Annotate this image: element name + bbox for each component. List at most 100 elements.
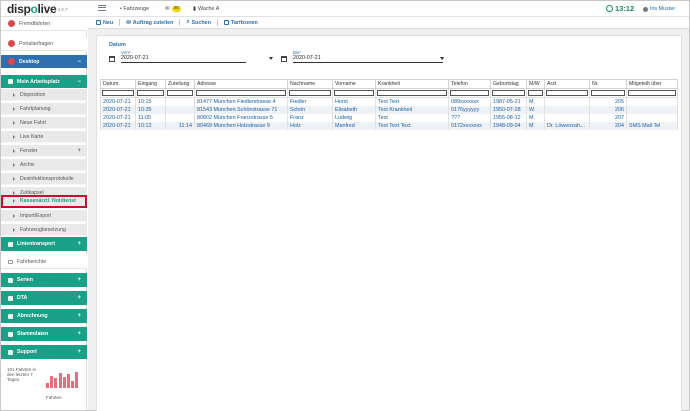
table-cell: W [526, 106, 545, 114]
sidebar-item-desktop[interactable]: Desktop − [1, 55, 87, 68]
column-header[interactable]: Nachname [287, 79, 333, 89]
column-filter-input[interactable] [196, 90, 286, 96]
table-cell: 11:14 [165, 122, 195, 130]
column-filter-input[interactable] [591, 90, 625, 96]
external-icon [8, 20, 15, 27]
column-header[interactable]: Nr. [589, 79, 627, 89]
column-header[interactable]: Telefon [448, 79, 491, 89]
column-filter-input[interactable] [450, 90, 489, 96]
table-row[interactable]: 2020-07-21 10:35 81543 München Schönstrass… [100, 106, 678, 114]
column-filter-input[interactable] [334, 90, 374, 96]
sidebar-item-stammdaten[interactable]: Stammdaten + [1, 327, 87, 341]
table-cell: Horst [332, 97, 376, 106]
toolbar-divider [216, 19, 218, 26]
column-filter-input[interactable] [377, 90, 447, 96]
search-button[interactable]: ⌕ Suchen [186, 19, 211, 26]
vehicles-button[interactable]: • Fahrzeuge [120, 6, 149, 12]
sidebar-item-dta[interactable]: DTA + [1, 291, 87, 305]
table-cell [165, 106, 195, 114]
chevron-right-icon [13, 148, 15, 153]
column-filter-cell [100, 88, 136, 98]
sidebar-item-fenster[interactable]: Fenster + [1, 145, 87, 157]
column-filter-input[interactable] [546, 90, 588, 96]
column-filter-input[interactable] [289, 90, 331, 96]
station-button[interactable]: ▮ Wache A [193, 6, 219, 12]
sidebar-item-archiv[interactable]: Archiv [1, 159, 87, 171]
filter-row [100, 88, 678, 98]
sidebar-item-mein-arbeitsplatz[interactable]: Mein Arbeitsplatz − [1, 75, 87, 88]
chevron-right-icon [13, 190, 15, 195]
sidebar-item-kassenaerztl-notdienst[interactable]: Kassenärztl. Notdienst [1, 195, 87, 208]
toolbar: Neu ✉ Auftrag zuteilen ⌕ Suchen Tarifzonen [88, 17, 689, 29]
column-filter-input[interactable] [628, 90, 676, 96]
column-header[interactable]: Mitgeteilt über [626, 79, 678, 89]
table-cell: M [526, 114, 545, 122]
trips-bar [50, 375, 54, 388]
calendar-icon[interactable] [281, 56, 287, 62]
table-row[interactable]: 2020-07-21 10:12 11:14 80469 München Holzst… [100, 122, 678, 130]
column-header[interactable]: Geburtstag [490, 79, 527, 89]
billing-icon [8, 313, 13, 319]
assign-order-button[interactable]: ✉ Auftrag zuteilen [126, 20, 173, 26]
sidebar-item-fahrtplanung[interactable]: Fahrtplanung [1, 103, 87, 115]
table-cell: Fiedler [287, 97, 333, 106]
sidebar-item-support[interactable]: Support + [1, 345, 87, 359]
column-header[interactable]: Datum [100, 79, 136, 89]
column-header[interactable]: M/W [526, 79, 545, 89]
from-date-input[interactable]: 2020-07-21 [121, 55, 246, 63]
table-cell: 80469 München Holzstrasse 9 [194, 122, 288, 130]
sidebar-item-linientransport[interactable]: Linientransport + [1, 237, 87, 251]
column-filter-input[interactable] [167, 90, 193, 96]
to-date-input[interactable]: 2020-07-21 [293, 55, 443, 63]
chevron-down-icon[interactable] [269, 57, 273, 60]
column-filter-input[interactable] [528, 90, 543, 96]
column-filter-input[interactable] [137, 90, 164, 96]
table-cell: 10:12 [135, 122, 166, 130]
tariff-zones-button[interactable]: Tarifzonen [223, 20, 258, 26]
orders-table: Datum Eingang Zuteilung Adresse Nachname Vorn… [100, 79, 678, 130]
column-header[interactable]: Arzt [544, 79, 590, 89]
table-cell: 10:35 [135, 106, 166, 114]
hamburger-menu-icon[interactable] [98, 5, 106, 11]
app-logo[interactable]: dispolive [7, 2, 57, 16]
column-filter-input[interactable] [102, 90, 134, 96]
trips-bar [75, 371, 79, 388]
table-cell: 80802 München Franzstrasse 5 [194, 114, 288, 122]
new-button[interactable]: Neu [96, 20, 113, 26]
sidebar-item-serien[interactable]: Serien + [1, 273, 87, 287]
messages-button[interactable]: ✉ 40 [165, 6, 181, 12]
table-header-row: Datum Eingang Zuteilung Adresse Nachname Vorn… [100, 79, 678, 89]
column-filter-cell [589, 88, 627, 98]
chevron-down-icon[interactable] [440, 57, 444, 60]
sidebar-item-live-karte[interactable]: Live Karte [1, 131, 87, 143]
table-cell: 0176yyyyyy [448, 106, 491, 114]
column-header[interactable]: Eingang [135, 79, 166, 89]
trips-stats-label: Fahrten [46, 395, 62, 400]
chevron-right-icon [13, 213, 15, 218]
sidebar-item-fahrzeugbesetzung[interactable]: Fahrzeugbesetzung [1, 224, 87, 236]
column-header[interactable]: Vorname [332, 79, 376, 89]
column-header[interactable]: Adresse [194, 79, 288, 89]
sidebar-item-abrechnung[interactable]: Abrechnung + [1, 309, 87, 323]
sidebar-item-fremdfahrten[interactable]: Fremdfahrten [1, 17, 87, 31]
sidebar-item-desinfektionsprotokolle[interactable]: Desinfektionsprotokolle [1, 173, 87, 185]
sidebar-item-disposition[interactable]: Disposition [1, 89, 87, 101]
sidebar-item-import-export[interactable]: Import/Export [1, 210, 87, 222]
calendar-icon[interactable] [109, 56, 115, 62]
table-row[interactable]: 2020-07-21 10:15 81477 München Fiedlerstra… [100, 97, 678, 106]
trips-bar [58, 372, 62, 388]
star-icon [8, 79, 13, 84]
table-row[interactable]: 2020-07-21 11:05 80802 München Franzstrass… [100, 114, 678, 122]
column-filter-input[interactable] [492, 90, 525, 96]
column-header[interactable]: Krankheit [375, 79, 449, 89]
grid-icon [223, 20, 229, 25]
table-cell: ??? [448, 114, 491, 122]
messages-count-badge: 40 [171, 6, 181, 12]
sidebar-item-portalanfragen[interactable]: Portalanfragen [1, 37, 87, 51]
table-cell: 11:05 [135, 114, 166, 122]
sidebar-item-neue-fahrt[interactable]: Neue Fahrt [1, 117, 87, 129]
column-header[interactable]: Zuteilung [165, 79, 195, 89]
sidebar-item-fahrberichte[interactable]: Fahrberichte [1, 255, 87, 269]
portal-icon [8, 40, 15, 47]
user-menu[interactable]: Iris Muster [643, 6, 675, 12]
